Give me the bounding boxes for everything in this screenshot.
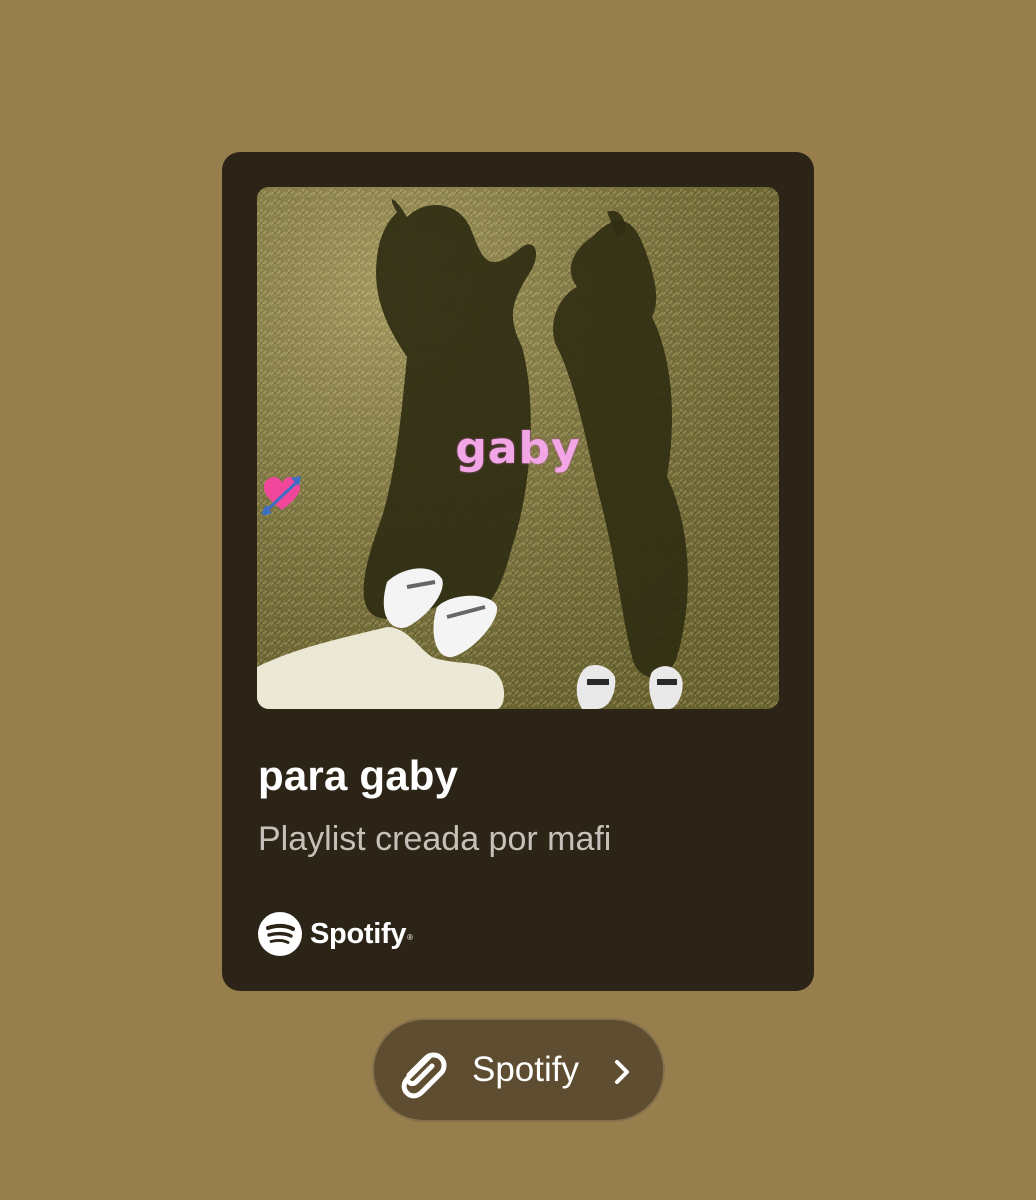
registered-mark: ® [407,932,414,942]
spotify-brand[interactable]: Spotify ® [258,912,413,956]
paperclip-icon [401,1052,447,1099]
playlist-title: para gaby [258,752,459,799]
spotify-logo-icon [258,912,302,956]
heart-with-arrow-icon [261,476,301,516]
playlist-cover-image[interactable]: gaby [257,187,779,709]
cover-overlay-label: gaby [455,423,581,474]
spotify-link-button[interactable]: Spotify [372,1018,665,1122]
playlist-subtitle: Playlist creada por mafi [258,820,612,858]
spotify-link-label: Spotify [472,1050,579,1089]
chevron-right-icon [615,1060,629,1084]
cover-overlay-text: gaby [257,423,779,516]
playlist-card[interactable]: gaby para gaby Playlist creada por mafi … [222,152,814,991]
spotify-brand-name: Spotify [310,917,407,950]
